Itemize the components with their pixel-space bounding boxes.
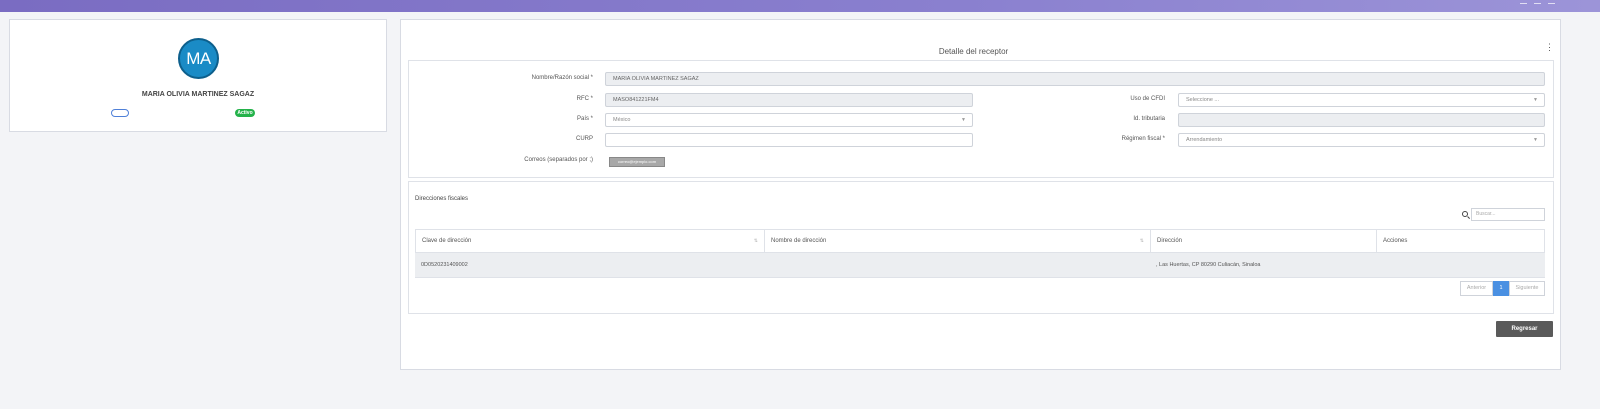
back-button[interactable]: Regresar	[1496, 321, 1553, 337]
column-header-direccion[interactable]: Dirección	[1150, 229, 1376, 253]
column-header-label: Acciones	[1383, 238, 1408, 244]
chevron-down-icon: ▼	[961, 117, 966, 123]
chevron-down-icon: ▼	[1533, 137, 1538, 143]
column-header-nombre[interactable]: Nombre de dirección ⇅	[764, 229, 1150, 253]
curp-field[interactable]	[605, 133, 973, 147]
id-tributaria-label: Id. tributaria	[1133, 116, 1165, 122]
table-cell-nombre	[764, 253, 1150, 278]
nombre-label: Nombre/Razón social *	[531, 75, 593, 81]
id-tributaria-field[interactable]	[1178, 113, 1545, 127]
regimen-label: Régimen fiscal *	[1121, 136, 1165, 142]
menu-icon[interactable]	[1548, 0, 1555, 4]
profile-name: MARIA OLIVIA MARTINEZ SAGAZ	[141, 91, 255, 98]
status-toggle[interactable]	[111, 109, 129, 117]
sort-icon: ⇅	[1139, 238, 1144, 244]
pagination-page-1[interactable]: 1	[1493, 281, 1509, 296]
column-header-label: Dirección	[1157, 238, 1183, 244]
column-header-label: Nombre de dirección	[771, 238, 827, 244]
user-icon[interactable]	[1520, 0, 1527, 4]
detail-title: Detalle del receptor	[938, 47, 1009, 56]
more-options-icon[interactable]: ⋮	[1545, 43, 1554, 52]
pagination-prev-button[interactable]: Anterior	[1460, 281, 1493, 296]
correos-label: Correos (separados por ;)	[524, 157, 593, 163]
table-cell-acciones	[1376, 253, 1545, 278]
pais-value: México	[613, 117, 631, 123]
rfc-field[interactable]: MASO841221FM4	[605, 93, 973, 107]
pais-select[interactable]: México ▼	[605, 113, 973, 127]
regimen-select[interactable]: Arrendamiento ▼	[1178, 133, 1545, 147]
table-cell-clave: 0D0520231409002	[415, 253, 764, 278]
top-navbar	[0, 0, 1600, 12]
uso-cfdi-value: Seleccione ...	[1186, 97, 1220, 103]
uso-cfdi-label: Uso de CFDI	[1130, 96, 1165, 102]
email-chip[interactable]: correo@ejemplo.com	[609, 157, 665, 167]
addresses-title: Direcciones fiscales	[415, 196, 469, 202]
column-header-clave[interactable]: Clave de dirección ⇅	[415, 229, 764, 253]
search-icon	[1462, 211, 1468, 217]
search-input[interactable]: Buscar...	[1471, 208, 1545, 221]
column-header-acciones: Acciones	[1376, 229, 1545, 253]
column-header-label: Clave de dirección	[422, 238, 472, 244]
uso-cfdi-select[interactable]: Seleccione ... ▼	[1178, 93, 1545, 107]
settings-icon[interactable]	[1534, 0, 1541, 4]
table-cell-direccion: , Las Huertas, CP 80290 Culiacán, Sinalo…	[1150, 253, 1376, 278]
curp-label: CURP	[575, 136, 593, 142]
rfc-label: RFC *	[576, 96, 593, 102]
chevron-down-icon: ▼	[1533, 97, 1538, 103]
sort-icon: ⇅	[753, 238, 758, 244]
pagination-next-button[interactable]: Siguiente	[1509, 281, 1545, 296]
status-badge: Activo	[235, 109, 255, 117]
nombre-field[interactable]: MARIA OLIVIA MARTINEZ SAGAZ	[605, 72, 1545, 86]
regimen-value: Arrendamiento	[1186, 137, 1223, 143]
avatar: MA	[178, 38, 219, 79]
pais-label: País *	[576, 116, 593, 122]
